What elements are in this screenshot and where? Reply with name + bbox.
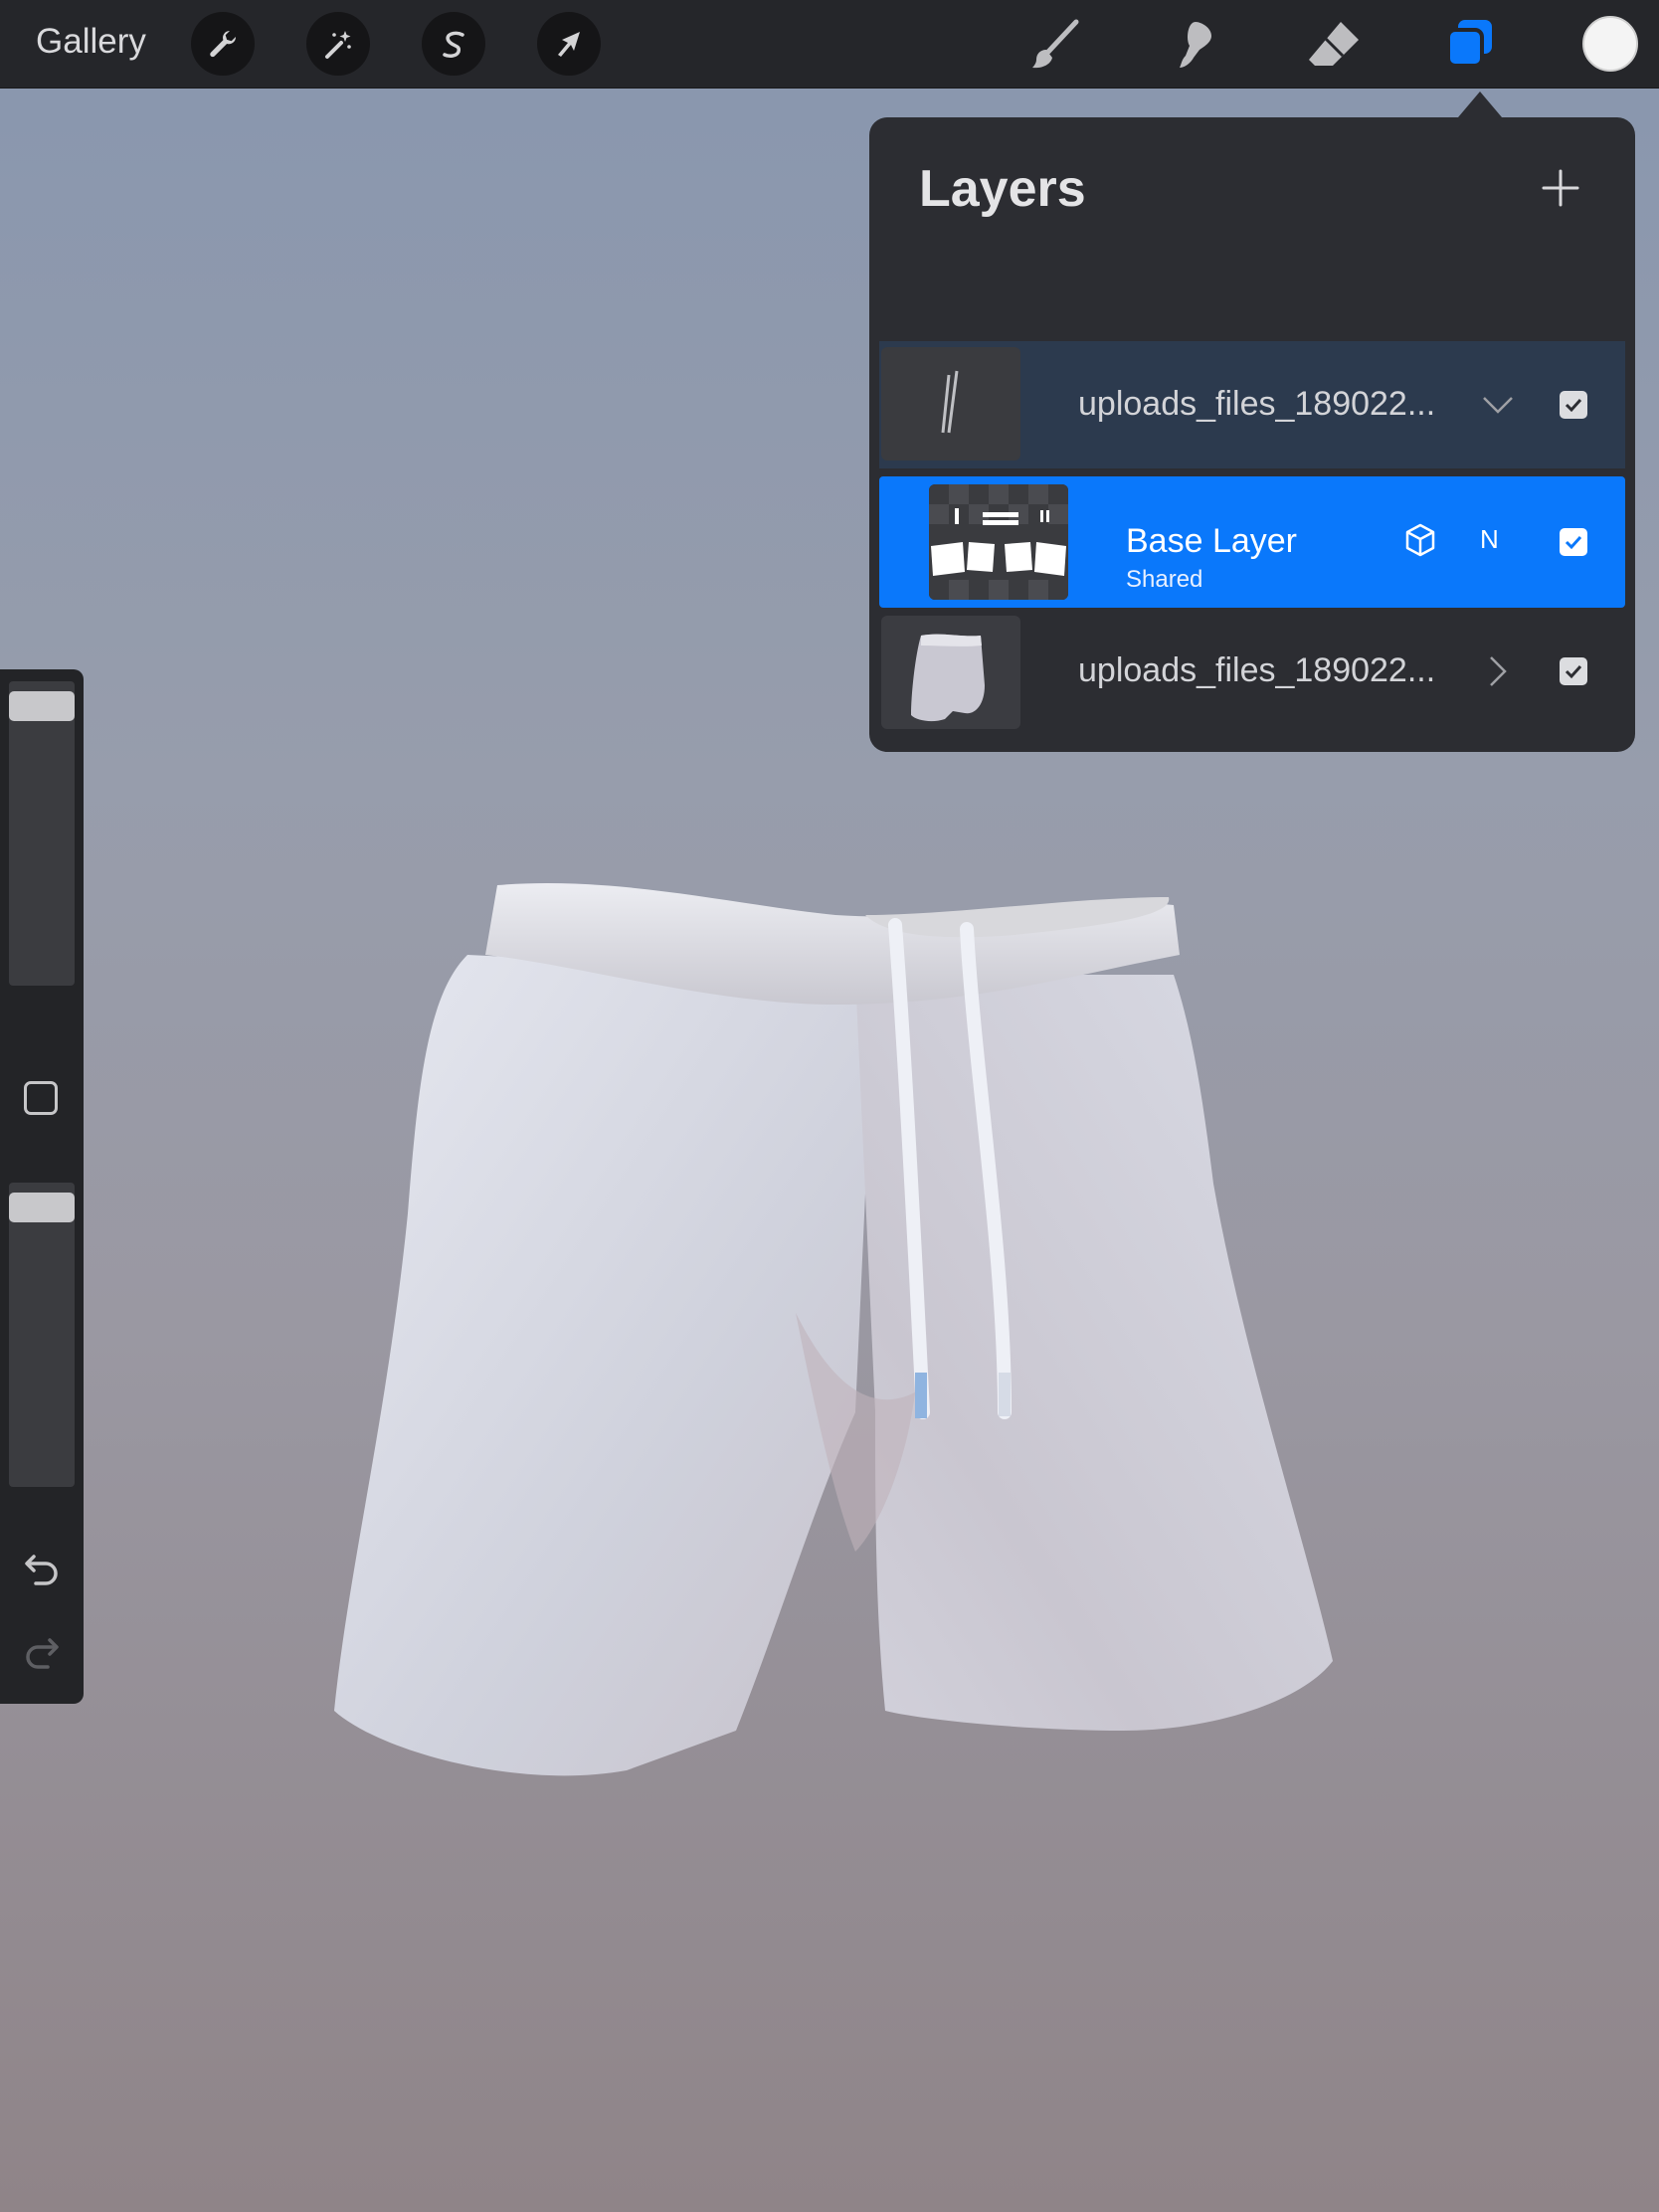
layers-panel: Layers uploads_files_189022... Base Laye… xyxy=(869,117,1635,752)
undo-icon[interactable] xyxy=(22,1547,62,1586)
eraser-icon xyxy=(1309,22,1359,66)
wrench-icon xyxy=(210,31,237,58)
layer-row-base-layer[interactable]: Base Layer Shared N xyxy=(879,476,1625,608)
actions-button[interactable] xyxy=(191,12,255,76)
layer-visibility-checkbox[interactable] xyxy=(1560,391,1587,419)
chevron-down-icon[interactable] xyxy=(1480,387,1516,423)
cube-reference-icon[interactable] xyxy=(1402,522,1438,558)
smudge-button[interactable] xyxy=(1164,14,1225,76)
layer-row-group[interactable]: uploads_files_189022... xyxy=(879,341,1625,468)
brush-icon xyxy=(1032,19,1079,69)
redo-icon[interactable] xyxy=(22,1630,62,1670)
transform-button[interactable] xyxy=(537,12,601,76)
selection-button[interactable] xyxy=(422,12,485,76)
chevron-right-icon[interactable] xyxy=(1480,653,1516,689)
layer-visibility-checkbox[interactable] xyxy=(1560,657,1587,685)
selection-icon xyxy=(443,31,464,58)
opacity-slider[interactable] xyxy=(9,1183,75,1487)
canvas-artwork-shorts[interactable] xyxy=(318,855,1353,1810)
color-swatch-button[interactable] xyxy=(1582,16,1638,72)
layer-visibility-checkbox[interactable] xyxy=(1560,528,1587,556)
layer-thumbnail xyxy=(881,347,1020,461)
layer-thumbnail xyxy=(929,484,1068,600)
brush-button[interactable] xyxy=(1024,14,1086,76)
layer-subtitle: Shared xyxy=(1126,566,1203,593)
opacity-slider-thumb[interactable] xyxy=(9,1193,75,1222)
left-sidebar xyxy=(0,669,84,1704)
plus-icon[interactable] xyxy=(1540,167,1581,209)
layer-name: uploads_files_189022... xyxy=(1078,385,1436,423)
brush-size-slider-thumb[interactable] xyxy=(9,691,75,721)
layer-name: Base Layer xyxy=(1126,522,1297,560)
magic-wand-icon xyxy=(325,31,351,59)
smudge-icon xyxy=(1180,22,1211,68)
layers-panel-title: Layers xyxy=(919,160,1086,218)
top-toolbar: Gallery xyxy=(0,0,1659,89)
transform-arrow-icon xyxy=(558,32,580,57)
adjustments-button[interactable] xyxy=(306,12,370,76)
layers-icon xyxy=(1446,20,1492,68)
blend-mode-button[interactable]: N xyxy=(1480,524,1499,555)
layers-button[interactable] xyxy=(1440,14,1502,76)
layers-panel-pointer xyxy=(1458,92,1502,117)
eraser-button[interactable] xyxy=(1303,14,1365,76)
layer-name: uploads_files_189022... xyxy=(1078,651,1436,689)
layer-row[interactable]: uploads_files_189022... xyxy=(879,612,1625,739)
gallery-button[interactable]: Gallery xyxy=(36,22,146,62)
brush-size-slider[interactable] xyxy=(9,681,75,986)
layer-thumbnail xyxy=(881,616,1020,729)
modify-square-icon[interactable] xyxy=(24,1081,58,1115)
